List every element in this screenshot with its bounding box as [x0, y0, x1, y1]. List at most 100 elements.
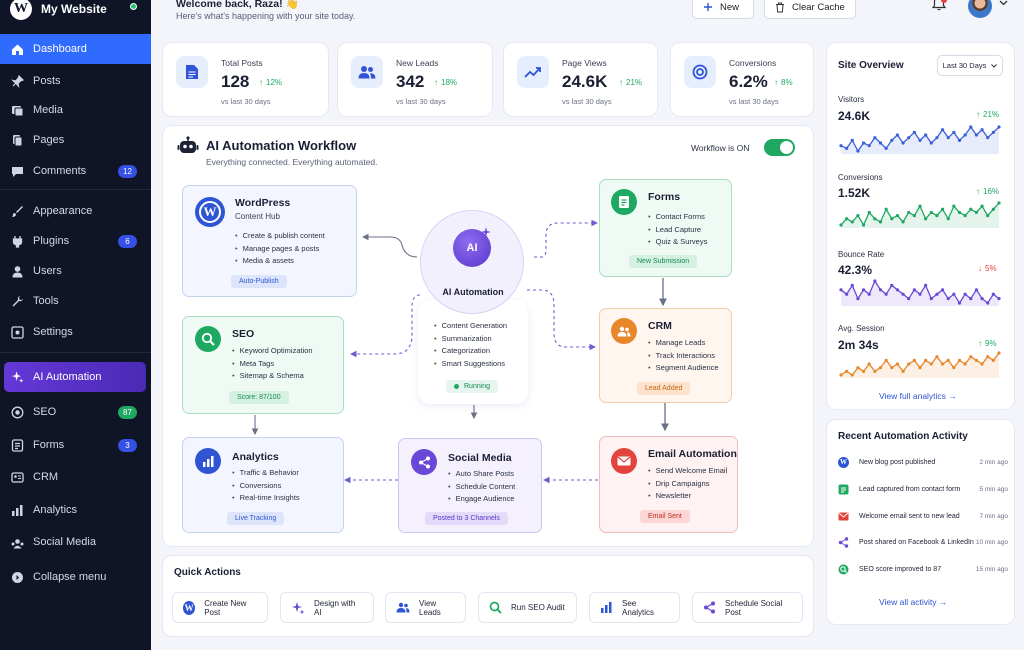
sparkline-point	[935, 355, 939, 359]
sparkline-point	[839, 223, 843, 227]
sidebar-item-label: Forms	[33, 439, 65, 451]
share-icon	[411, 449, 437, 475]
sparkline-point	[873, 217, 877, 221]
view-full-analytics-link[interactable]: View full analytics →	[879, 391, 957, 401]
users-icon	[396, 602, 410, 613]
stat-card-page-views[interactable]: Page Views 24.6K ↑ 21% vs last 30 days	[503, 42, 658, 117]
workflow-node-analytics[interactable]: Analytics Traffic & Behavior Conversions…	[182, 437, 344, 533]
sparkline-point	[861, 369, 866, 373]
see-analytics-button[interactable]: See Analytics	[589, 592, 680, 623]
form-icon	[611, 189, 637, 215]
sidebar-item-dashboard[interactable]: Dashboard	[0, 34, 151, 64]
node-feature-list: Auto Share Posts Schedule Content Engage…	[448, 468, 516, 506]
sparkline-point	[861, 141, 866, 145]
sparkline-point	[861, 288, 866, 292]
run-seo-audit-button[interactable]: Run SEO Audit	[478, 592, 577, 623]
sidebar-item-crm[interactable]: CRM	[0, 462, 151, 492]
workflow-node-seo[interactable]: SEO Keyword Optimization Meta Tags Sitem…	[182, 316, 344, 414]
sparkline-point	[867, 144, 871, 148]
status-badge: Email Sent	[640, 510, 690, 523]
activity-time: 5 min ago	[979, 485, 1008, 493]
metric-label: Avg. Session	[838, 324, 885, 333]
create-new-post-button[interactable]: W Create New Post	[172, 592, 268, 623]
list-item: Newsletter	[648, 490, 727, 503]
document-icon	[176, 56, 208, 88]
list-item[interactable]: Post shared on Facebook & LinkedIn 10 mi…	[838, 535, 1008, 549]
quick-actions-title: Quick Actions	[174, 567, 241, 578]
sidebar-item-label: Posts	[33, 75, 61, 87]
metric-label: Visitors	[838, 95, 865, 104]
workflow-node-email-automation[interactable]: Email Automation Send Welcome Email Drip…	[599, 436, 738, 533]
collapse-menu-button[interactable]: Collapse menu	[0, 562, 151, 592]
metric-delta: ↑ 9%	[978, 339, 997, 348]
arrow-up-icon: ↑	[774, 78, 778, 87]
wordpress-logo-icon: W	[10, 0, 32, 20]
list-item[interactable]: W New blog post published 2 min ago	[838, 455, 1008, 469]
conversions-sparkline	[839, 201, 1001, 228]
sidebar-item-tools[interactable]: Tools	[0, 286, 151, 316]
sparkline-point	[912, 213, 916, 218]
avatar[interactable]	[968, 0, 992, 18]
view-leads-button[interactable]: View Leads	[385, 592, 466, 623]
view-all-activity-link[interactable]: View all activity →	[879, 597, 947, 607]
sparkline-point	[850, 220, 854, 224]
sidebar-item-pages[interactable]: Pages	[0, 125, 151, 155]
sidebar-item-seo[interactable]: SEO 87	[0, 397, 151, 427]
sidebar-item-ai-automation[interactable]: AI Automation	[4, 362, 146, 392]
forms-count-badge: 3	[118, 438, 137, 452]
metric-delta-value: 16%	[983, 187, 1000, 196]
avg-session-sparkline	[839, 351, 1001, 378]
new-button[interactable]: New	[692, 0, 754, 19]
list-item[interactable]: Lead captured from contact form 5 min ag…	[838, 482, 1008, 496]
sparkline-point	[969, 355, 973, 359]
sidebar-item-plugins[interactable]: Plugins 6	[0, 226, 151, 256]
list-item[interactable]: Welcome email sent to new lead 7 min ago	[838, 509, 1008, 523]
sparkline-point	[856, 297, 860, 301]
trend-line-icon	[517, 56, 549, 88]
node-title: Forms	[648, 191, 681, 203]
sparkline-point	[935, 213, 939, 218]
date-range-select[interactable]: Last 30 Days	[937, 55, 1003, 76]
list-item[interactable]: SEO score improved to 87 15 min ago	[838, 562, 1008, 576]
sidebar-item-posts[interactable]: Posts	[0, 66, 151, 96]
site-brand[interactable]: W My Website	[10, 0, 107, 20]
workflow-node-crm[interactable]: CRM Manage Leads Track Interactions Segm…	[599, 308, 732, 403]
chevron-down-icon[interactable]	[999, 0, 1008, 6]
node-title: WordPress	[235, 197, 291, 209]
sidebar-item-settings[interactable]: Settings	[0, 317, 151, 347]
users-icon	[351, 56, 383, 88]
stat-card-conversions[interactable]: Conversions 6.2% ↑ 8% vs last 30 days	[670, 42, 814, 117]
sidebar-item-label: Tools	[33, 295, 59, 307]
design-with-ai-button[interactable]: Design with AI	[280, 592, 374, 623]
schedule-social-post-button[interactable]: Schedule Social Post	[692, 592, 803, 623]
ai-icon-text: AI	[466, 242, 478, 254]
list-item: Create & publish content	[235, 230, 325, 243]
sidebar-item-label: Settings	[33, 326, 73, 338]
metric-delta: ↑ 21%	[976, 110, 999, 119]
running-dot	[454, 384, 459, 389]
sidebar-item-social-media[interactable]: Social Media	[0, 527, 151, 557]
sparkline-point	[924, 283, 928, 287]
site-overview-title: Site Overview	[838, 60, 904, 71]
clear-cache-button[interactable]: Clear Cache	[764, 0, 856, 19]
ai-hub-circle[interactable]: AI AI Automation	[420, 210, 524, 314]
stat-period: vs last 30 days	[396, 97, 446, 106]
stat-card-new-leads[interactable]: New Leads 342 ↑ 18% vs last 30 days	[337, 42, 493, 117]
stat-card-total-posts[interactable]: Total Posts 128 ↑ 12% vs last 30 days	[162, 42, 329, 117]
workflow-node-social-media[interactable]: Social Media Auto Share Posts Schedule C…	[398, 438, 542, 533]
sidebar-item-analytics[interactable]: Analytics	[0, 495, 151, 525]
sparkline-point	[963, 133, 967, 137]
workflow-node-forms[interactable]: Forms Contact Forms Lead Capture Quiz & …	[599, 179, 732, 277]
activity-text: SEO score improved to 87	[859, 565, 942, 573]
user-icon	[11, 265, 24, 278]
sparkline-area	[841, 353, 999, 378]
sidebar-item-users[interactable]: Users	[0, 256, 151, 286]
sidebar-item-comments[interactable]: Comments 12	[0, 156, 151, 186]
sidebar-item-forms[interactable]: Forms 3	[0, 430, 151, 460]
collapse-icon	[11, 571, 24, 584]
sidebar-item-appearance[interactable]: Appearance	[0, 196, 151, 226]
workflow-node-wordpress[interactable]: W WordPress Content Hub Create & publish…	[182, 185, 357, 297]
stat-delta: ↑ 12%	[259, 78, 282, 87]
sparkle-icon	[11, 371, 24, 384]
sidebar-item-media[interactable]: Media	[0, 95, 151, 125]
